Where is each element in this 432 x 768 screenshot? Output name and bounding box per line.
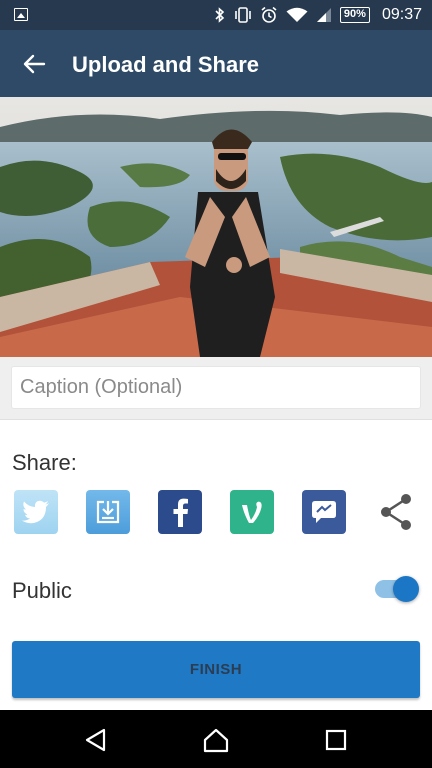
app-bar: Upload and Share bbox=[0, 30, 432, 97]
status-bar: 90% 09:37 bbox=[0, 0, 432, 30]
twitter-share-button[interactable] bbox=[14, 490, 58, 534]
battery-indicator: 90% bbox=[339, 7, 370, 23]
status-icons: 90% 09:37 bbox=[214, 0, 422, 30]
gallery-notification-icon bbox=[14, 8, 28, 21]
nav-back-icon[interactable] bbox=[82, 726, 110, 754]
download-icon bbox=[96, 500, 120, 524]
caption-field[interactable] bbox=[12, 367, 420, 408]
more-share-button[interactable] bbox=[374, 490, 418, 534]
facebook-share-button[interactable] bbox=[158, 490, 202, 534]
nav-home-icon[interactable] bbox=[202, 726, 230, 754]
public-label: Public bbox=[12, 578, 72, 603]
finish-button[interactable]: FINISH bbox=[12, 641, 420, 698]
public-toggle[interactable] bbox=[375, 576, 419, 602]
clock: 09:37 bbox=[381, 6, 422, 23]
share-label: Share: bbox=[12, 450, 77, 475]
wifi-icon bbox=[286, 7, 308, 22]
selfie-photo bbox=[0, 97, 432, 357]
share-icon bbox=[381, 494, 411, 530]
facebook-f-icon bbox=[173, 498, 188, 527]
divider bbox=[0, 419, 432, 420]
toggle-knob bbox=[393, 576, 419, 602]
twitter-bird-icon bbox=[22, 500, 49, 524]
save-to-device-button[interactable] bbox=[86, 490, 130, 534]
messenger-icon bbox=[312, 501, 336, 523]
cell-signal-icon bbox=[316, 8, 331, 22]
vibrate-icon bbox=[235, 7, 251, 23]
messenger-share-button[interactable] bbox=[302, 490, 346, 534]
nav-recents-icon[interactable] bbox=[322, 726, 350, 754]
vine-share-button[interactable] bbox=[230, 490, 274, 534]
bluetooth-icon bbox=[215, 7, 225, 23]
share-targets bbox=[14, 490, 418, 536]
caption-input[interactable] bbox=[12, 367, 420, 408]
system-nav-bar bbox=[0, 710, 432, 768]
page-title: Upload and Share bbox=[72, 52, 260, 77]
vine-v-icon bbox=[242, 501, 262, 523]
back-arrow-icon[interactable] bbox=[20, 50, 48, 78]
alarm-icon bbox=[261, 6, 277, 23]
